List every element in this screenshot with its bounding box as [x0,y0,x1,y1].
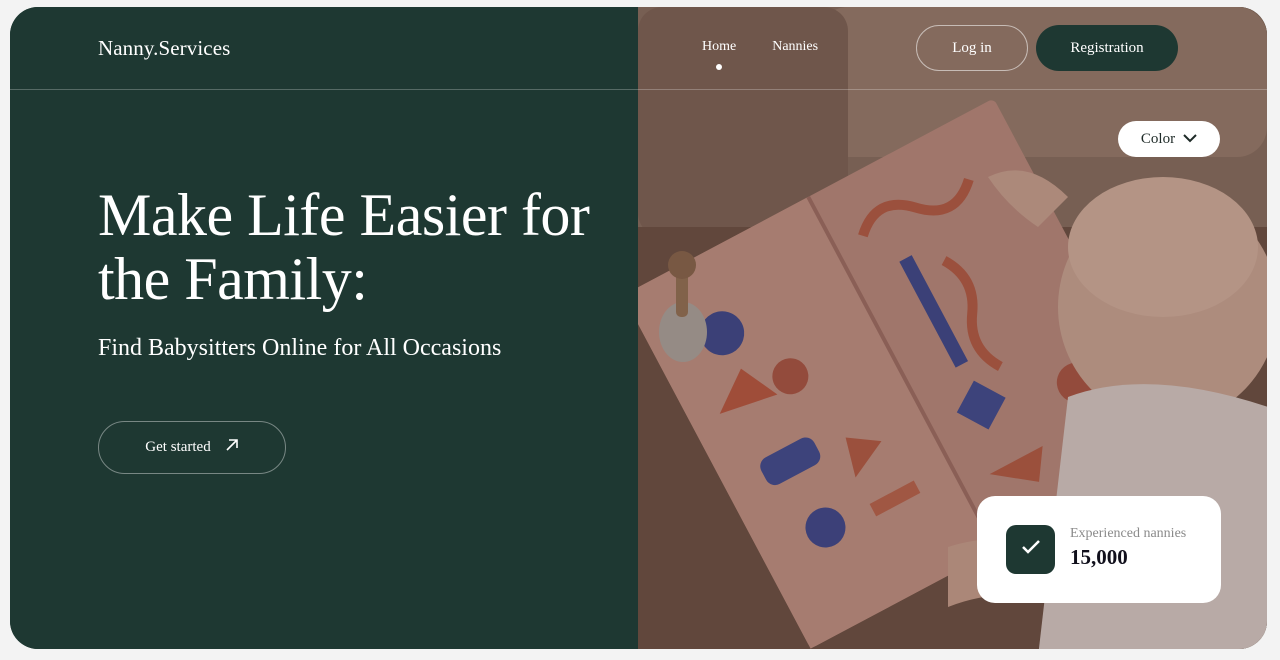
nav-home[interactable]: Home [702,39,737,70]
color-select-label: Color [1140,130,1176,147]
hero-headline: Make Life Easier for the Family: [98,182,590,312]
nav-nannies-label: Nannies [772,39,819,54]
header-divider [10,89,1267,90]
check-badge [1006,525,1055,574]
registration-button[interactable]: Registration [1036,25,1178,71]
login-button-label: Log in [952,39,992,56]
stat-value: 15,000 [1070,545,1128,569]
color-select[interactable]: Color [1118,121,1220,157]
nav-nannies[interactable]: Nannies [772,39,818,55]
check-icon [1021,539,1041,560]
get-started-button[interactable]: Get started [98,421,286,474]
chevron-down-icon [1183,131,1197,148]
arrow-up-right-icon [225,438,239,457]
login-button[interactable]: Log in [916,25,1028,71]
registration-button-label: Registration [1070,39,1144,56]
hero-subheadline: Find Babysitters Online for All Occasion… [98,335,502,361]
hero-left-panel [10,7,638,649]
stat-label: Experienced nannies [1070,526,1187,541]
experienced-nannies-card: Experienced nannies 15,000 [977,496,1221,603]
logo[interactable]: Nanny.Services [98,36,230,61]
nav-home-label: Home [702,39,737,54]
get-started-label: Get started [145,439,211,455]
hero-frame: Nanny.Services Home Nannies Log in Regis… [10,7,1267,649]
main-nav: Home Nannies [702,39,818,70]
